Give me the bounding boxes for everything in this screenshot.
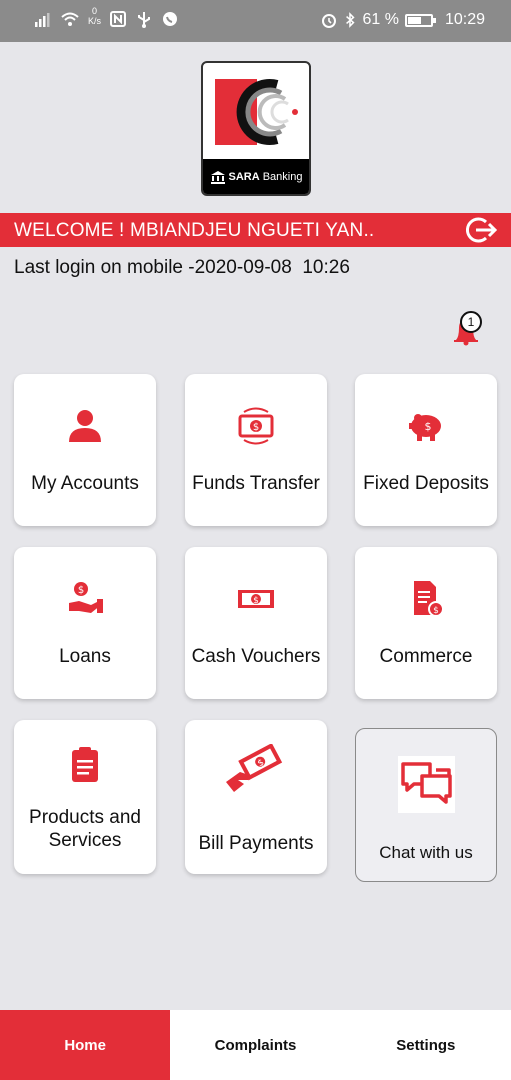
logo-brand-bold: SARA: [228, 170, 260, 183]
hand-cash-icon: $: [226, 744, 283, 792]
logout-icon[interactable]: [466, 216, 498, 244]
tile-fixed-deposits[interactable]: $ Fixed Deposits: [355, 374, 497, 526]
svg-text:$: $: [253, 422, 259, 433]
status-left: 0 K/s: [34, 6, 179, 28]
notification-badge: 1: [460, 311, 482, 333]
battery-percent: 61 %: [362, 11, 399, 28]
battery-fill: [407, 16, 422, 24]
bank-logo: SARA Banking: [201, 61, 311, 196]
svg-text:$: $: [425, 420, 432, 433]
tile-label: Commerce: [379, 646, 473, 667]
network-speed-value: 0: [92, 6, 98, 16]
tile-label: Bill Payments: [198, 833, 314, 854]
tile-label: Products and Services: [29, 807, 141, 851]
banknote-icon: $: [238, 590, 274, 608]
wifi-icon: [61, 12, 79, 26]
nav-settings[interactable]: Settings: [341, 1010, 511, 1080]
nav-complaints[interactable]: Complaints: [170, 1010, 340, 1080]
svg-text:$: $: [253, 596, 259, 606]
alarm-icon: [322, 14, 337, 28]
bank-building-icon: [210, 170, 225, 184]
bottom-nav: Home Complaints Settings: [0, 1010, 511, 1080]
tile-cash-vouchers[interactable]: $ Cash Vouchers: [185, 547, 327, 699]
tile-label: Fixed Deposits: [363, 473, 489, 494]
tile-funds-transfer[interactable]: $ Funds Transfer: [185, 374, 327, 526]
logo-emblem: [203, 63, 309, 161]
tile-label: Chat with us: [379, 843, 473, 862]
whatsapp-icon: [163, 12, 178, 26]
tile-products-and-services[interactable]: Products and Services: [14, 720, 156, 874]
tile-commerce[interactable]: $ Commerce: [355, 547, 497, 699]
tile-label: Cash Vouchers: [191, 646, 321, 667]
invoice-icon: $: [414, 581, 444, 617]
tile-bill-payments[interactable]: $ Bill Payments: [185, 720, 327, 874]
clipboard-icon: [72, 747, 98, 782]
user-icon: [69, 410, 101, 442]
clock: 10:29: [444, 11, 485, 28]
welcome-bar: WELCOME ! MBIANDJEU NGUETI YAN..: [0, 213, 511, 247]
tile-label: Loans: [59, 646, 111, 667]
tile-my-accounts[interactable]: My Accounts: [14, 374, 156, 526]
last-login-text: Last login on mobile -2020-09-08 10:26: [14, 257, 350, 278]
logo-wordmark: SARA Banking: [203, 159, 309, 194]
money-transfer-icon: $: [238, 407, 274, 445]
nfc-icon: [110, 11, 127, 27]
bluetooth-icon: [346, 12, 356, 28]
chat-icon-box: [398, 756, 455, 813]
tile-label: My Accounts: [31, 473, 139, 494]
svg-text:$: $: [433, 606, 439, 616]
logo-brand-light: Banking: [262, 170, 303, 183]
svg-text:$: $: [78, 585, 84, 596]
nav-home[interactable]: Home: [0, 1010, 171, 1080]
usb-icon: [138, 12, 151, 28]
status-bar: 0 K/s 61 % 10:29: [0, 0, 511, 42]
network-speed: 0 K/s: [88, 6, 101, 26]
hand-coin-icon: $: [69, 582, 103, 613]
piggy-bank-icon: $: [409, 414, 441, 441]
welcome-text: WELCOME ! MBIANDJEU NGUETI YAN..: [14, 220, 375, 241]
tile-loans[interactable]: $ Loans: [14, 547, 156, 699]
network-speed-unit: K/s: [88, 16, 102, 26]
battery-icon: [404, 13, 436, 27]
signal-icon: [35, 13, 50, 27]
status-right: 61 % 10:29: [320, 11, 485, 29]
tile-chat-with-us[interactable]: Chat with us: [355, 728, 497, 882]
tile-label: Funds Transfer: [192, 473, 320, 494]
chat-icon: [401, 762, 452, 804]
